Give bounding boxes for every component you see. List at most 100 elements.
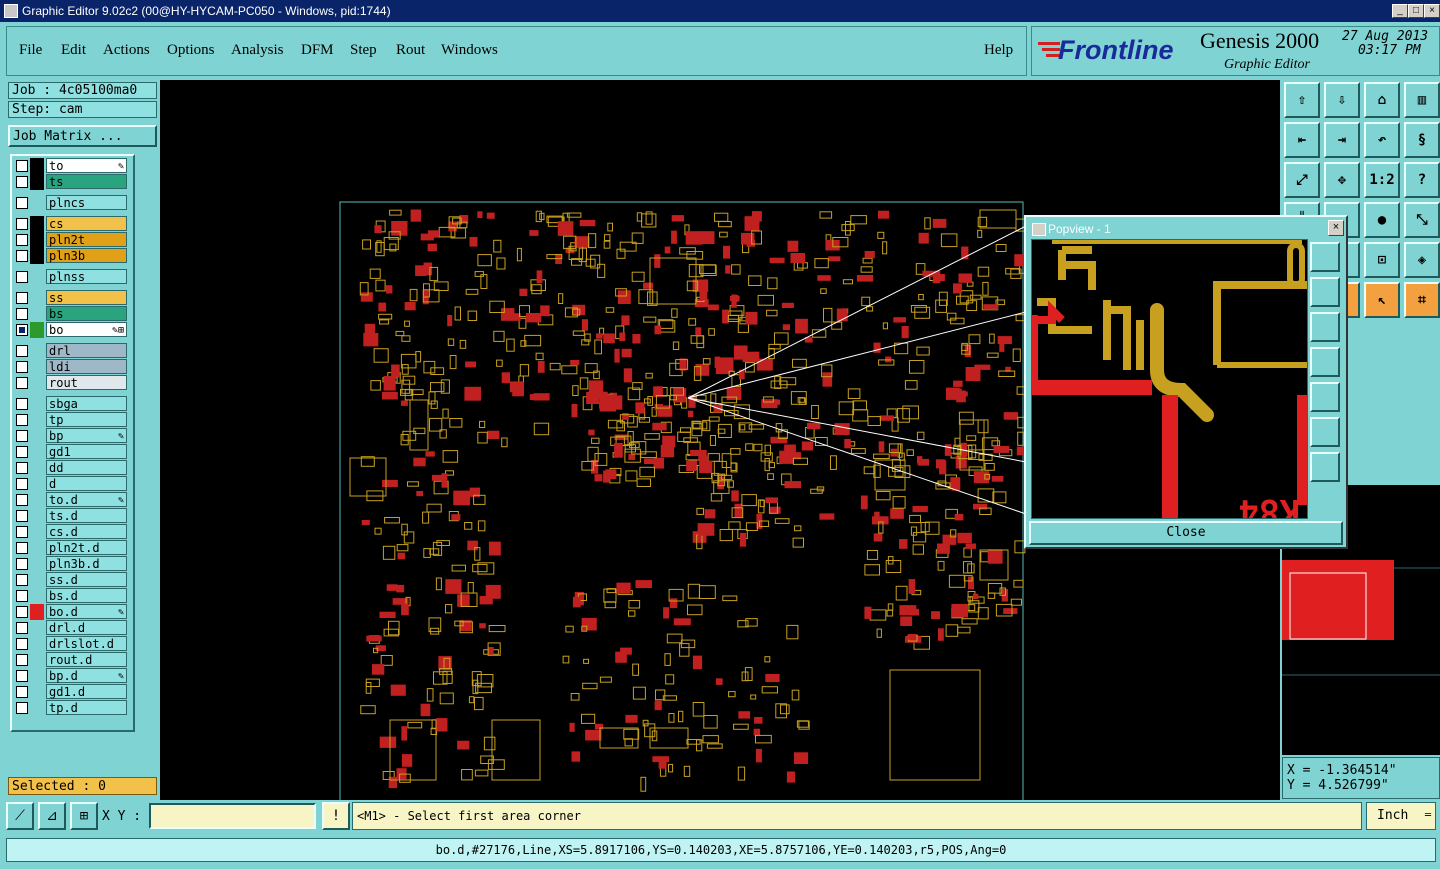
popview-canvas[interactable]: K84 xyxy=(1031,239,1308,519)
layer-name[interactable]: plnss xyxy=(46,269,127,284)
layer-checkbox[interactable] xyxy=(16,308,28,320)
layers-button[interactable]: ◈ xyxy=(1404,242,1440,278)
layer-name[interactable]: bo ✎⊞ xyxy=(46,322,127,337)
layer-checkbox[interactable] xyxy=(16,398,28,410)
popview-pan-left-button[interactable] xyxy=(1310,347,1340,377)
layer-row-bs[interactable]: bs xyxy=(12,306,133,322)
layer-color-swatch[interactable] xyxy=(30,174,44,190)
layer-color-swatch[interactable] xyxy=(30,700,44,716)
layer-name[interactable]: bo.d ✎ xyxy=(46,604,127,619)
layer-checkbox[interactable] xyxy=(16,558,28,570)
layer-name[interactable]: pln2t.d xyxy=(46,540,127,555)
layer-name[interactable]: plncs xyxy=(46,195,127,210)
graph-edit-button[interactable]: ⌗ xyxy=(1404,282,1440,318)
layer-color-swatch[interactable] xyxy=(30,248,44,264)
layer-row-drlslot.d[interactable]: drlslot.d xyxy=(12,636,133,652)
layer-color-swatch[interactable] xyxy=(30,359,44,375)
layer-name[interactable]: ts xyxy=(46,174,127,189)
layer-color-swatch[interactable] xyxy=(30,556,44,572)
menu-rout[interactable]: Rout xyxy=(396,42,425,59)
layer-color-swatch[interactable] xyxy=(30,540,44,556)
layer-row-cs.d[interactable]: cs.d xyxy=(12,524,133,540)
layer-name[interactable]: ss.d xyxy=(46,572,127,587)
layer-checkbox[interactable] xyxy=(16,292,28,304)
popview-fit-button[interactable] xyxy=(1310,417,1340,447)
layer-checkbox[interactable] xyxy=(16,377,28,389)
layer-color-swatch[interactable] xyxy=(30,269,44,285)
layer-row-rout[interactable]: rout xyxy=(12,375,133,391)
layer-row-to[interactable]: to ✎ xyxy=(12,158,133,174)
layer-name[interactable]: sbga xyxy=(46,396,127,411)
layer-color-swatch[interactable] xyxy=(30,668,44,684)
layer-name[interactable]: pln3b xyxy=(46,248,127,263)
layer-row-ss[interactable]: ss xyxy=(12,290,133,306)
layer-checkbox[interactable] xyxy=(16,218,28,230)
layer-row-ts.d[interactable]: ts.d xyxy=(12,508,133,524)
layer-checkbox[interactable] xyxy=(16,271,28,283)
select-area-button[interactable]: ⊡ xyxy=(1364,242,1400,278)
menu-file[interactable]: File xyxy=(19,42,42,59)
connect-button[interactable]: ⤡ xyxy=(1404,202,1440,238)
layer-color-swatch[interactable] xyxy=(30,588,44,604)
layer-name[interactable]: tp.d xyxy=(46,700,127,715)
layer-checkbox[interactable] xyxy=(16,446,28,458)
layer-row-pln2t[interactable]: pln2t xyxy=(12,232,133,248)
layer-name[interactable]: cs xyxy=(46,216,127,231)
layer-checkbox[interactable] xyxy=(16,345,28,357)
xy-input[interactable] xyxy=(149,803,316,829)
layer-name[interactable]: bs.d xyxy=(46,588,127,603)
layer-name[interactable]: to ✎ xyxy=(46,158,127,173)
select-cursor-button[interactable]: ↖ xyxy=(1364,282,1400,318)
help-icon-button[interactable]: ? xyxy=(1404,162,1440,198)
layer-checkbox[interactable] xyxy=(16,526,28,538)
popview-close-icon[interactable]: × xyxy=(1328,220,1344,236)
dot-button[interactable]: ● xyxy=(1364,202,1400,238)
layer-color-swatch[interactable] xyxy=(30,396,44,412)
layer-row-dd[interactable]: dd xyxy=(12,460,133,476)
popview-zoom-home-button[interactable] xyxy=(1310,242,1340,272)
layer-name[interactable]: ss xyxy=(46,290,127,305)
layer-checkbox[interactable] xyxy=(16,622,28,634)
layer-row-bs.d[interactable]: bs.d xyxy=(12,588,133,604)
center-view-button[interactable]: ✥ xyxy=(1324,162,1360,198)
layer-checkbox[interactable] xyxy=(16,478,28,490)
layer-name[interactable]: rout.d xyxy=(46,652,127,667)
layer-name[interactable]: ldi xyxy=(46,359,127,374)
menu-actions[interactable]: Actions xyxy=(103,42,150,59)
layer-row-pln3b.d[interactable]: pln3b.d xyxy=(12,556,133,572)
layer-color-swatch[interactable] xyxy=(30,476,44,492)
layer-name[interactable]: dd xyxy=(46,460,127,475)
zoom-home-button[interactable]: ⇧ xyxy=(1284,82,1320,118)
layer-color-swatch[interactable] xyxy=(30,444,44,460)
layer-name[interactable]: tp xyxy=(46,412,127,427)
layer-color-swatch[interactable] xyxy=(30,195,44,211)
layer-row-plnss[interactable]: plnss xyxy=(12,269,133,285)
maximize-button[interactable]: □ xyxy=(1408,4,1424,18)
layer-checkbox[interactable] xyxy=(16,542,28,554)
window-split-button[interactable]: ▥ xyxy=(1404,82,1440,118)
layer-row-gd1[interactable]: gd1 xyxy=(12,444,133,460)
layer-checkbox[interactable] xyxy=(16,638,28,650)
job-matrix-button[interactable]: Job Matrix ... xyxy=(8,125,157,147)
layer-color-swatch[interactable] xyxy=(30,232,44,248)
popview-close-button[interactable]: Close xyxy=(1029,521,1343,545)
menu-edit[interactable]: Edit xyxy=(61,42,86,59)
layer-row-d[interactable]: d xyxy=(12,476,133,492)
layer-checkbox[interactable] xyxy=(16,494,28,506)
layer-color-swatch[interactable] xyxy=(30,412,44,428)
layer-checkbox[interactable] xyxy=(16,361,28,373)
menu-windows[interactable]: Windows xyxy=(441,42,498,59)
grid-icon[interactable]: ⊞ xyxy=(70,802,98,830)
layer-name[interactable]: pln3b.d xyxy=(46,556,127,571)
layer-name[interactable]: drl xyxy=(46,343,127,358)
grid-toggle-button[interactable]: ⊿ xyxy=(38,802,66,830)
menu-step[interactable]: Step xyxy=(350,42,377,59)
layer-checkbox[interactable] xyxy=(16,654,28,666)
menu-dfm[interactable]: DFM xyxy=(301,42,334,59)
exclamation-button[interactable]: ! xyxy=(322,802,350,830)
layer-checkbox[interactable] xyxy=(16,234,28,246)
menu-options[interactable]: Options xyxy=(167,42,215,59)
layer-row-ss.d[interactable]: ss.d xyxy=(12,572,133,588)
undo-view-button[interactable]: ↶ xyxy=(1364,122,1400,158)
layer-color-swatch[interactable] xyxy=(30,460,44,476)
